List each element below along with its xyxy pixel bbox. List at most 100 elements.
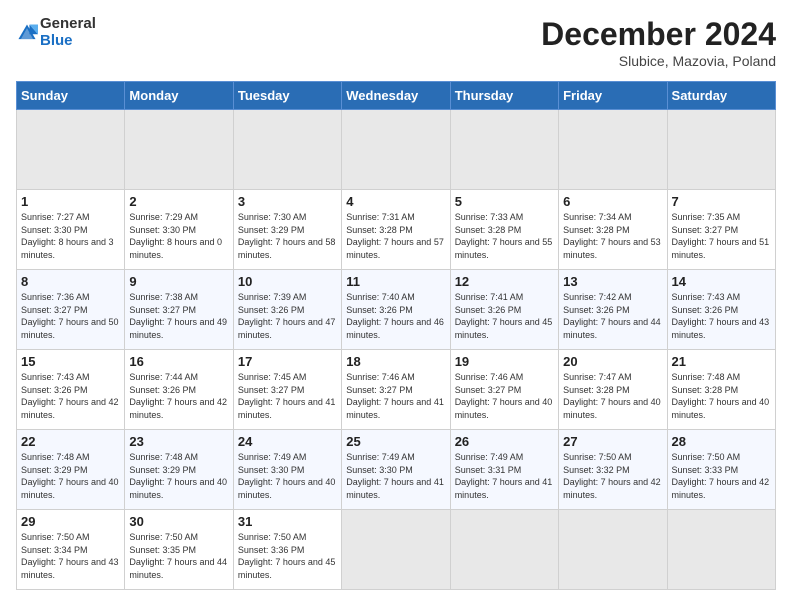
sunset-text: Sunset: 3:29 PM (21, 464, 120, 477)
calendar-week-row (17, 110, 776, 190)
day-number: 11 (346, 274, 445, 289)
daylight-text: Daylight: 7 hours and 44 minutes. (563, 316, 662, 341)
sunset-text: Sunset: 3:27 PM (672, 224, 771, 237)
sunset-text: Sunset: 3:26 PM (129, 384, 228, 397)
day-number: 5 (455, 194, 554, 209)
col-friday: Friday (559, 82, 667, 110)
sunset-text: Sunset: 3:26 PM (238, 304, 337, 317)
sunset-text: Sunset: 3:26 PM (563, 304, 662, 317)
sunset-text: Sunset: 3:29 PM (129, 464, 228, 477)
logo-text: General Blue (40, 16, 96, 49)
calendar-cell (342, 510, 450, 590)
sunset-text: Sunset: 3:29 PM (238, 224, 337, 237)
logo-icon (16, 22, 38, 44)
col-sunday: Sunday (17, 82, 125, 110)
sunset-text: Sunset: 3:28 PM (455, 224, 554, 237)
logo-blue: Blue (40, 32, 73, 49)
day-info: Sunrise: 7:36 AMSunset: 3:27 PMDaylight:… (21, 291, 120, 341)
calendar-cell: 29 Sunrise: 7:50 AMSunset: 3:34 PMDayligh… (17, 510, 125, 590)
daylight-text: Daylight: 7 hours and 42 minutes. (672, 476, 771, 501)
day-number: 20 (563, 354, 662, 369)
day-number: 18 (346, 354, 445, 369)
sunset-text: Sunset: 3:32 PM (563, 464, 662, 477)
sunrise-text: Sunrise: 7:35 AM (672, 211, 771, 224)
sunrise-text: Sunrise: 7:31 AM (346, 211, 445, 224)
daylight-text: Daylight: 7 hours and 40 minutes. (563, 396, 662, 421)
month-title: December 2024 (541, 16, 776, 53)
day-info: Sunrise: 7:33 AMSunset: 3:28 PMDaylight:… (455, 211, 554, 261)
day-info: Sunrise: 7:49 AMSunset: 3:31 PMDaylight:… (455, 451, 554, 501)
sunrise-text: Sunrise: 7:29 AM (129, 211, 228, 224)
header-row: Sunday Monday Tuesday Wednesday Thursday… (17, 82, 776, 110)
day-number: 26 (455, 434, 554, 449)
sunset-text: Sunset: 3:26 PM (672, 304, 771, 317)
calendar-cell: 14Sunrise: 7:43 AMSunset: 3:26 PMDayligh… (667, 270, 775, 350)
sunrise-text: Sunrise: 7:50 AM (672, 451, 771, 464)
daylight-text: Daylight: 7 hours and 40 minutes. (129, 476, 228, 501)
sunset-text: Sunset: 3:33 PM (672, 464, 771, 477)
daylight-text: Daylight: 7 hours and 42 minutes. (129, 396, 228, 421)
sunrise-text: Sunrise: 7:30 AM (238, 211, 337, 224)
day-number: 28 (672, 434, 771, 449)
calendar-cell: 23Sunrise: 7:48 AMSunset: 3:29 PMDayligh… (125, 430, 233, 510)
sunset-text: Sunset: 3:30 PM (238, 464, 337, 477)
calendar-container: General Blue December 2024 Slubice, Mazo… (0, 0, 792, 598)
calendar-cell: 20Sunrise: 7:47 AMSunset: 3:28 PMDayligh… (559, 350, 667, 430)
day-number: 22 (21, 434, 120, 449)
calendar-week-row: 22 Sunrise: 7:48 AMSunset: 3:29 PMDayligh… (17, 430, 776, 510)
sunset-text: Sunset: 3:27 PM (346, 384, 445, 397)
calendar-week-row: 1Sunrise: 7:27 AMSunset: 3:30 PMDaylight… (17, 190, 776, 270)
sunrise-text: Sunrise: 7:49 AM (238, 451, 337, 464)
col-saturday: Saturday (667, 82, 775, 110)
sunrise-text: Sunrise: 7:41 AM (455, 291, 554, 304)
calendar-cell: 3 Sunrise: 7:30 AMSunset: 3:29 PMDaylight… (233, 190, 341, 270)
day-number: 25 (346, 434, 445, 449)
sunrise-text: Sunrise: 7:42 AM (563, 291, 662, 304)
day-number: 10 (238, 274, 337, 289)
day-number: 30 (129, 514, 228, 529)
day-info: Sunrise: 7:49 AMSunset: 3:30 PMDaylight:… (238, 451, 337, 501)
calendar-cell (450, 510, 558, 590)
day-number: 6 (563, 194, 662, 209)
daylight-text: Daylight: 7 hours and 51 minutes. (672, 236, 771, 261)
calendar-cell (450, 110, 558, 190)
day-number: 24 (238, 434, 337, 449)
daylight-text: Daylight: 7 hours and 55 minutes. (455, 236, 554, 261)
sunset-text: Sunset: 3:34 PM (21, 544, 120, 557)
day-number: 29 (21, 514, 120, 529)
day-info: Sunrise: 7:49 AMSunset: 3:30 PMDaylight:… (346, 451, 445, 501)
sunset-text: Sunset: 3:28 PM (346, 224, 445, 237)
calendar-cell: 25 Sunrise: 7:49 AMSunset: 3:30 PMDayligh… (342, 430, 450, 510)
calendar-cell: 16Sunrise: 7:44 AMSunset: 3:26 PMDayligh… (125, 350, 233, 430)
daylight-text: Daylight: 7 hours and 43 minutes. (21, 556, 120, 581)
sunrise-text: Sunrise: 7:43 AM (672, 291, 771, 304)
sunrise-text: Sunrise: 7:40 AM (346, 291, 445, 304)
calendar-week-row: 29 Sunrise: 7:50 AMSunset: 3:34 PMDayligh… (17, 510, 776, 590)
sunset-text: Sunset: 3:27 PM (129, 304, 228, 317)
daylight-text: Daylight: 8 hours and 3 minutes. (21, 236, 120, 261)
day-info: Sunrise: 7:44 AMSunset: 3:26 PMDaylight:… (129, 371, 228, 421)
sunset-text: Sunset: 3:27 PM (21, 304, 120, 317)
sunrise-text: Sunrise: 7:34 AM (563, 211, 662, 224)
sunset-text: Sunset: 3:28 PM (563, 384, 662, 397)
calendar-cell: 9Sunrise: 7:38 AMSunset: 3:27 PMDaylight… (125, 270, 233, 350)
calendar-cell (17, 110, 125, 190)
day-number: 3 (238, 194, 337, 209)
sunrise-text: Sunrise: 7:39 AM (238, 291, 337, 304)
calendar-cell: 12Sunrise: 7:41 AMSunset: 3:26 PMDayligh… (450, 270, 558, 350)
calendar-cell: 18Sunrise: 7:46 AMSunset: 3:27 PMDayligh… (342, 350, 450, 430)
header: General Blue December 2024 Slubice, Mazo… (16, 16, 776, 69)
sunrise-text: Sunrise: 7:46 AM (455, 371, 554, 384)
calendar-cell: 21Sunrise: 7:48 AMSunset: 3:28 PMDayligh… (667, 350, 775, 430)
daylight-text: Daylight: 7 hours and 44 minutes. (129, 556, 228, 581)
day-info: Sunrise: 7:30 AMSunset: 3:29 PMDaylight:… (238, 211, 337, 261)
day-info: Sunrise: 7:50 AMSunset: 3:34 PMDaylight:… (21, 531, 120, 581)
sunset-text: Sunset: 3:26 PM (21, 384, 120, 397)
daylight-text: Daylight: 7 hours and 41 minutes. (346, 476, 445, 501)
day-info: Sunrise: 7:48 AMSunset: 3:29 PMDaylight:… (21, 451, 120, 501)
day-number: 14 (672, 274, 771, 289)
day-info: Sunrise: 7:50 AMSunset: 3:32 PMDaylight:… (563, 451, 662, 501)
day-info: Sunrise: 7:41 AMSunset: 3:26 PMDaylight:… (455, 291, 554, 341)
daylight-text: Daylight: 7 hours and 40 minutes. (672, 396, 771, 421)
day-info: Sunrise: 7:27 AMSunset: 3:30 PMDaylight:… (21, 211, 120, 261)
